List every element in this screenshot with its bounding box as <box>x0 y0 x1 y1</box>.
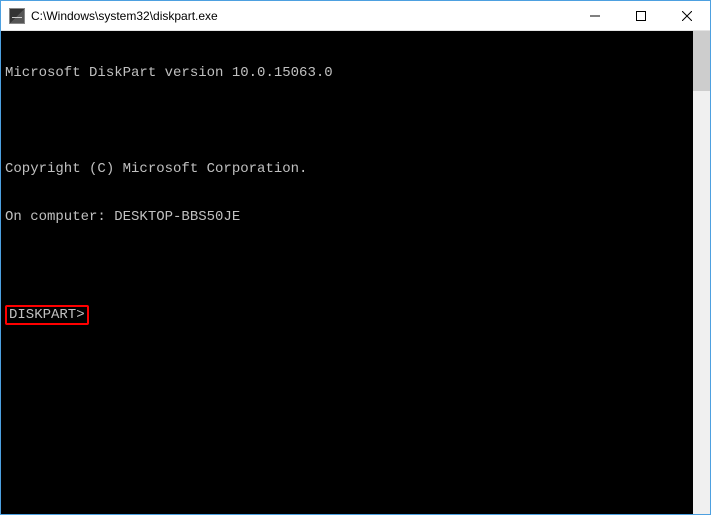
vertical-scrollbar[interactable] <box>693 31 710 514</box>
scrollbar-thumb[interactable] <box>693 31 710 91</box>
terminal-line: On computer: DESKTOP-BBS50JE <box>5 209 689 225</box>
terminal-line: Microsoft DiskPart version 10.0.15063.0 <box>5 65 689 81</box>
maximize-button[interactable] <box>618 1 664 30</box>
window-title: C:\Windows\system32\diskpart.exe <box>31 9 572 23</box>
window-controls <box>572 1 710 30</box>
diskpart-window: C:\Windows\system32\diskpart.exe Microso… <box>0 0 711 515</box>
diskpart-prompt: DISKPART> <box>5 305 89 325</box>
titlebar[interactable]: C:\Windows\system32\diskpart.exe <box>1 1 710 31</box>
terminal-line: Copyright (C) Microsoft Corporation. <box>5 161 689 177</box>
terminal-line <box>5 113 689 129</box>
client-area: Microsoft DiskPart version 10.0.15063.0 … <box>1 31 710 514</box>
scrollbar-track[interactable] <box>693 31 710 514</box>
maximize-icon <box>636 11 646 21</box>
minimize-button[interactable] <box>572 1 618 30</box>
minimize-icon <box>590 11 600 21</box>
prompt-line: DISKPART> <box>5 305 689 325</box>
app-icon <box>9 8 25 24</box>
terminal-output[interactable]: Microsoft DiskPart version 10.0.15063.0 … <box>1 31 693 514</box>
close-button[interactable] <box>664 1 710 30</box>
terminal-line <box>5 257 689 273</box>
close-icon <box>682 11 692 21</box>
